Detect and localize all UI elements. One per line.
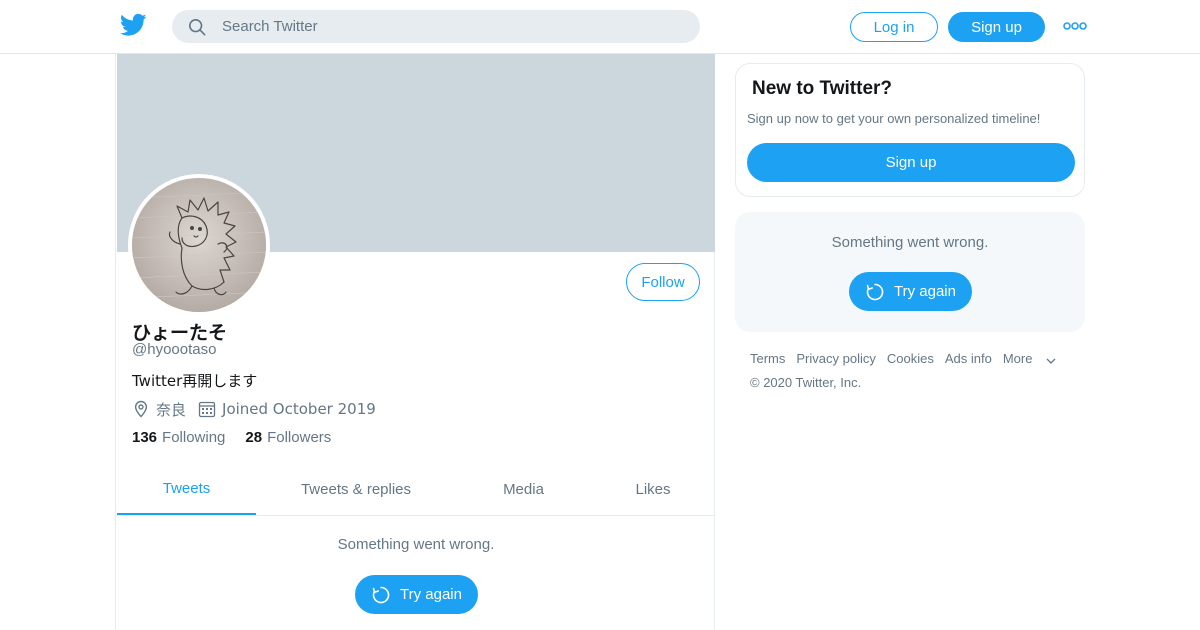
top-header: Log in Sign up: [0, 0, 1200, 54]
timeline-retry-button[interactable]: Try again: [355, 575, 478, 614]
footer: Terms Privacy policy Cookies Ads info Mo…: [750, 351, 1056, 390]
joined-date: Joined October 2019: [222, 400, 376, 418]
following-label: Following: [162, 429, 226, 446]
avatar-image: [132, 178, 266, 312]
tab-tweets[interactable]: Tweets: [117, 464, 256, 515]
chevron-down-icon: [1046, 358, 1056, 364]
search-icon: [188, 18, 206, 36]
user-handle: @hyoootaso: [132, 341, 217, 358]
timeline-error-text: Something went wrong.: [337, 536, 495, 553]
footer-link-terms[interactable]: Terms: [750, 351, 785, 366]
followers-count: 28: [245, 429, 263, 446]
signup-card-heading: New to Twitter?: [752, 78, 893, 99]
profile-meta: 奈良 Joined October 2019: [132, 398, 376, 420]
profile-location: 奈良: [156, 400, 187, 419]
footer-link-privacy[interactable]: Privacy policy: [796, 351, 875, 366]
copyright: © 2020 Twitter, Inc.: [750, 375, 862, 390]
footer-link-cookies[interactable]: Cookies: [887, 351, 934, 366]
location-pin-icon: [134, 400, 148, 418]
following-count-link[interactable]: 136 Following: [132, 429, 225, 446]
signup-card-button[interactable]: Sign up: [747, 143, 1075, 182]
profile-bio: Twitter再開します: [132, 372, 258, 390]
refresh-icon: [866, 283, 884, 300]
tab-tweets-replies[interactable]: Tweets & replies: [256, 464, 456, 515]
tab-media[interactable]: Media: [456, 464, 591, 515]
signup-card: New to Twitter? Sign up now to get your …: [735, 63, 1085, 197]
footer-link-ads-info[interactable]: Ads info: [945, 351, 992, 366]
search-input[interactable]: [222, 10, 682, 43]
refresh-icon: [372, 586, 390, 603]
tab-likes[interactable]: Likes: [591, 464, 715, 515]
sidebar-error-text: Something went wrong.: [831, 234, 989, 251]
retry-label: Try again: [400, 586, 462, 603]
profile-column: Follow ひょーたそ @hyoootaso Twitter再開します 奈良 …: [115, 54, 715, 630]
follow-counts: 136 Following 28 Followers: [132, 429, 351, 446]
followers-label: Followers: [267, 429, 332, 446]
footer-link-more[interactable]: More: [1003, 351, 1057, 366]
sidebar-error-card: Something went wrong. Try again: [735, 212, 1085, 332]
retry-label: Try again: [894, 283, 956, 300]
more-dots-icon[interactable]: [1063, 20, 1087, 32]
footer-more-label: More: [1002, 351, 1033, 366]
hedgehog-drawing-icon: [132, 178, 266, 312]
profile-tabs: Tweets Tweets & replies Media Likes: [117, 464, 715, 516]
signup-button[interactable]: Sign up: [948, 12, 1045, 42]
follow-button[interactable]: Follow: [626, 263, 700, 301]
sidebar-retry-button[interactable]: Try again: [849, 272, 972, 311]
followers-count-link[interactable]: 28 Followers: [245, 429, 331, 446]
login-button[interactable]: Log in: [850, 12, 938, 42]
twitter-bird-icon[interactable]: [120, 13, 147, 37]
following-count: 136: [132, 429, 158, 446]
avatar[interactable]: [128, 174, 270, 316]
calendar-icon: [198, 401, 216, 418]
search-box[interactable]: [172, 10, 700, 43]
signup-card-text: Sign up now to get your own personalized…: [747, 111, 1041, 126]
footer-links: Terms Privacy policy Cookies Ads info Mo…: [750, 351, 1056, 366]
